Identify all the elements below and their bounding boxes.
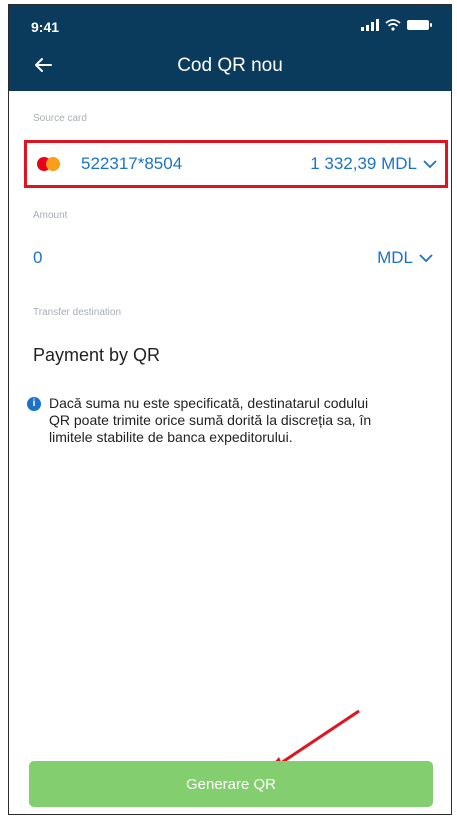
app-header: 9:41 Cod QR nou <box>9 5 451 91</box>
info-note: i Dacă suma nu este specificată, destina… <box>27 395 427 446</box>
signal-icon <box>361 19 379 31</box>
generate-qr-button[interactable]: Generare QR <box>29 761 433 807</box>
info-icon: i <box>27 397 41 411</box>
status-icons <box>361 19 432 31</box>
chevron-down-icon <box>423 160 437 169</box>
source-card-label: Source card <box>33 113 87 124</box>
transfer-destination-value[interactable]: Payment by QR <box>33 345 160 366</box>
status-time: 9:41 <box>31 19 60 35</box>
amount-input[interactable]: 0 <box>33 248 377 268</box>
transfer-destination-label: Transfer destination <box>33 307 122 318</box>
mastercard-icon <box>37 157 67 171</box>
chevron-down-icon <box>419 254 433 263</box>
card-number: 522317*8504 <box>81 154 183 173</box>
wifi-icon <box>385 19 401 31</box>
info-text: Dacă suma nu este specificată, destinata… <box>49 395 372 445</box>
currency-label: MDL <box>377 248 413 267</box>
card-balance: 1 332,39 MDL <box>310 154 417 173</box>
phone-screen: 9:41 Cod QR nou Source card 522317*8504 … <box>8 4 452 815</box>
amount-label: Amount <box>33 210 68 221</box>
amount-row: 0 MDL <box>33 248 433 268</box>
battery-icon <box>407 20 432 30</box>
currency-selector[interactable]: MDL <box>377 248 433 268</box>
source-card-selector[interactable]: 522317*8504 1 332,39 MDL <box>24 140 448 188</box>
page-title: Cod QR nou <box>177 55 283 76</box>
